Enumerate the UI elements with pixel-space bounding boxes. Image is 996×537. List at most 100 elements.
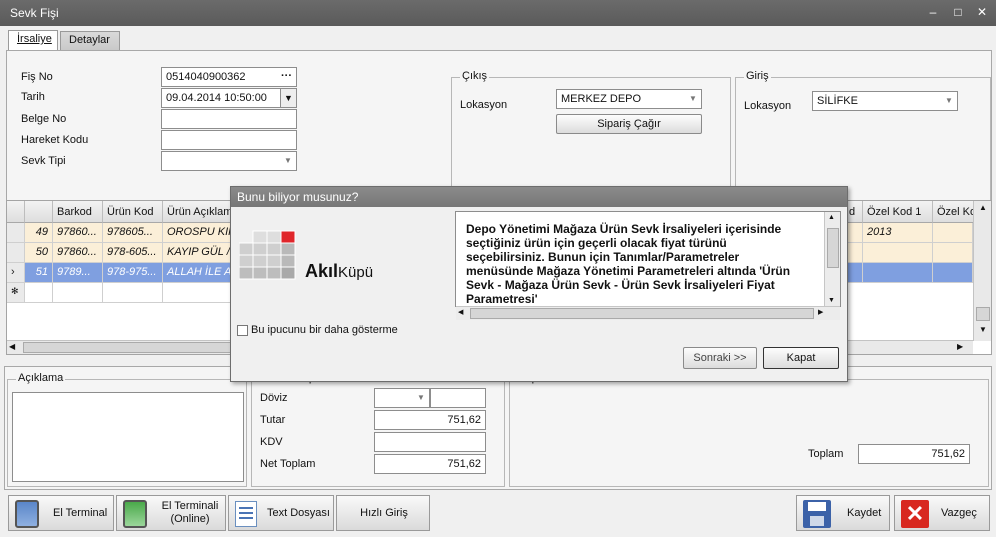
chevron-down-icon[interactable]: ▼ bbox=[685, 90, 701, 108]
grid-vertical-scrollbar[interactable]: ▲ ▼ bbox=[973, 201, 991, 341]
giris-lokasyon-value: SİLİFKE bbox=[817, 95, 858, 107]
cell-barkod[interactable] bbox=[53, 283, 103, 303]
calendar-dropdown-icon[interactable]: ▼ bbox=[280, 89, 296, 107]
scroll-left-icon[interactable]: ◀ bbox=[9, 342, 15, 351]
row-indicator bbox=[7, 223, 25, 243]
scroll-right-icon[interactable]: ▶ bbox=[818, 308, 823, 316]
cell-urun-kod[interactable]: 978605... bbox=[103, 223, 163, 243]
scroll-thumb[interactable] bbox=[23, 342, 263, 353]
scroll-up-icon[interactable]: ▲ bbox=[828, 214, 835, 221]
doviz-rate-field[interactable] bbox=[430, 388, 486, 408]
grid-no-header bbox=[25, 201, 53, 223]
sevk-tipi-label: Sevk Tipi bbox=[21, 155, 66, 167]
aciklama-group: Açıklama bbox=[7, 372, 247, 487]
chevron-down-icon[interactable]: ▼ bbox=[280, 152, 296, 170]
cell-ozel-kod[interactable] bbox=[933, 223, 973, 243]
cell-barkod[interactable]: 97860... bbox=[53, 223, 103, 243]
cell-barkod[interactable]: 9789... bbox=[53, 263, 103, 283]
text-file-icon bbox=[235, 501, 257, 527]
el-terminal-label: El Terminal bbox=[53, 507, 108, 519]
cell-aciklama[interactable]: KAYIP GÜL / bbox=[163, 243, 233, 263]
cell-ozel-kod[interactable] bbox=[933, 243, 973, 263]
text-dosyasi-label: Text Dosyası bbox=[267, 507, 330, 519]
scroll-left-icon[interactable]: ◀ bbox=[458, 308, 463, 316]
cikis-lokasyon-combo[interactable]: MERKEZ DEPO ▼ bbox=[556, 89, 702, 109]
toplamlar-group: Toplamlar Toplam 751,62 bbox=[509, 372, 989, 487]
grid-header-ozel-kod[interactable]: Özel Ko bbox=[933, 201, 975, 223]
cell-ozel-kod[interactable] bbox=[933, 263, 973, 283]
row-no: 50 bbox=[25, 243, 53, 263]
hareket-kodu-label: Hareket Kodu bbox=[21, 134, 89, 146]
scroll-up-icon[interactable]: ▲ bbox=[976, 203, 990, 215]
sevk-tipi-combo[interactable]: ▼ bbox=[161, 151, 297, 171]
net-toplam-label: Net Toplam bbox=[260, 458, 316, 470]
tip-text-box[interactable]: Depo Yönetimi Mağaza Ürün Sevk İrsaliyel… bbox=[455, 211, 841, 320]
hareket-kodu-field[interactable] bbox=[161, 130, 297, 150]
handheld-online-icon bbox=[123, 500, 147, 528]
minimize-icon[interactable]: – bbox=[925, 4, 941, 20]
vazgec-label: Vazgeç bbox=[941, 507, 977, 519]
close-icon[interactable]: ✕ bbox=[974, 4, 990, 20]
scroll-thumb[interactable] bbox=[470, 308, 814, 319]
fis-no-field[interactable]: 0514040900362 ··· bbox=[161, 67, 297, 87]
net-toplam-field[interactable]: 751,62 bbox=[374, 454, 486, 474]
cell-urun-kod[interactable]: 978-605... bbox=[103, 243, 163, 263]
cell-aciklama[interactable]: OROSPU KIRI bbox=[163, 223, 233, 243]
chevron-down-icon[interactable]: ▼ bbox=[413, 389, 429, 407]
dont-show-label: Bu ipucunu bir daha gösterme bbox=[251, 324, 398, 336]
tab-detaylar[interactable]: Detaylar bbox=[60, 31, 120, 50]
tip-horizontal-scrollbar[interactable]: ◀ ▶ bbox=[456, 306, 840, 320]
close-dialog-button[interactable]: Kapat bbox=[763, 347, 839, 369]
kdv-field[interactable] bbox=[374, 432, 486, 452]
giris-lokasyon-combo[interactable]: SİLİFKE ▼ bbox=[812, 91, 958, 111]
akilkupu-logo-icon bbox=[238, 227, 299, 283]
tutar-field[interactable]: 751,62 bbox=[374, 410, 486, 430]
tip-dialog: Bunu biliyor musunuz? AkılKüpü Depo Yöne… bbox=[230, 186, 848, 382]
aciklama-textarea[interactable] bbox=[12, 392, 244, 482]
tip-vertical-scrollbar[interactable]: ▲ ▼ bbox=[824, 212, 840, 306]
logo-light-text: Küpü bbox=[338, 264, 374, 281]
grid-header-barkod[interactable]: Barkod bbox=[53, 201, 103, 223]
scroll-thumb[interactable] bbox=[827, 228, 839, 268]
maximize-icon[interactable]: □ bbox=[950, 4, 966, 20]
totals-panel: Açıklama Dövizli Toplamlar Döviz ▼ Tutar… bbox=[4, 366, 992, 490]
cancel-x-icon: ✕ bbox=[901, 500, 929, 528]
tarih-field[interactable]: 09.04.2014 10:50:00 ▼ bbox=[161, 88, 297, 108]
doviz-combo[interactable]: ▼ bbox=[374, 388, 430, 408]
tab-irsaliye[interactable]: İrsaliye bbox=[8, 30, 58, 51]
cell-aciklama[interactable]: ALLAH İLE AL bbox=[163, 263, 233, 283]
cell-urun-kod[interactable] bbox=[103, 283, 163, 303]
scroll-down-icon[interactable]: ▼ bbox=[976, 325, 990, 337]
hizli-giris-label: Hızlı Giriş bbox=[360, 507, 408, 519]
toplam-field[interactable]: 751,62 bbox=[858, 444, 970, 464]
text-dosyasi-button[interactable]: Text Dosyası bbox=[228, 495, 334, 531]
el-terminal-button[interactable]: El Terminal bbox=[8, 495, 114, 531]
kaydet-button[interactable]: Kaydet bbox=[796, 495, 890, 531]
grid-header-urun-kod[interactable]: Ürün Kod bbox=[103, 201, 163, 223]
cell-barkod[interactable]: 97860... bbox=[53, 243, 103, 263]
scroll-right-icon[interactable]: ▶ bbox=[957, 342, 963, 351]
cell-ozel-kod-1[interactable]: 2013 bbox=[863, 223, 933, 243]
scroll-thumb[interactable] bbox=[976, 307, 990, 321]
scroll-down-icon[interactable]: ▼ bbox=[828, 297, 835, 304]
vazgec-button[interactable]: ✕ Vazgeç bbox=[894, 495, 990, 531]
dont-show-checkbox[interactable] bbox=[237, 325, 248, 336]
kaydet-label: Kaydet bbox=[847, 507, 882, 519]
grid-indicator-header bbox=[7, 201, 25, 223]
el-terminali-online-button[interactable]: El Terminali (Online) bbox=[116, 495, 226, 531]
cikis-group-title: Çıkış bbox=[460, 70, 490, 82]
hizli-giris-button[interactable]: Hızlı Giriş bbox=[336, 495, 430, 531]
cell-ozel-kod-1[interactable] bbox=[863, 243, 933, 263]
fis-no-lookup-button[interactable]: ··· bbox=[281, 70, 292, 82]
belge-no-field[interactable] bbox=[161, 109, 297, 129]
siparis-cagir-button[interactable]: Sipariş Çağır bbox=[556, 114, 702, 134]
grid-header-ozel-kod-1[interactable]: Özel Kod 1 bbox=[863, 201, 933, 223]
window-titlebar: Sevk Fişi – □ ✕ bbox=[0, 0, 996, 26]
cell-ozel-kod-1[interactable] bbox=[863, 263, 933, 283]
cell-urun-kod[interactable]: 978-975... bbox=[103, 263, 163, 283]
fis-no-label: Fiş No bbox=[21, 71, 53, 83]
cell-aciklama[interactable] bbox=[163, 283, 233, 303]
chevron-down-icon[interactable]: ▼ bbox=[941, 92, 957, 110]
grid-header-urun-aciklama[interactable]: Ürün Açıklam bbox=[163, 201, 233, 223]
next-tip-button[interactable]: Sonraki >> bbox=[683, 347, 757, 369]
